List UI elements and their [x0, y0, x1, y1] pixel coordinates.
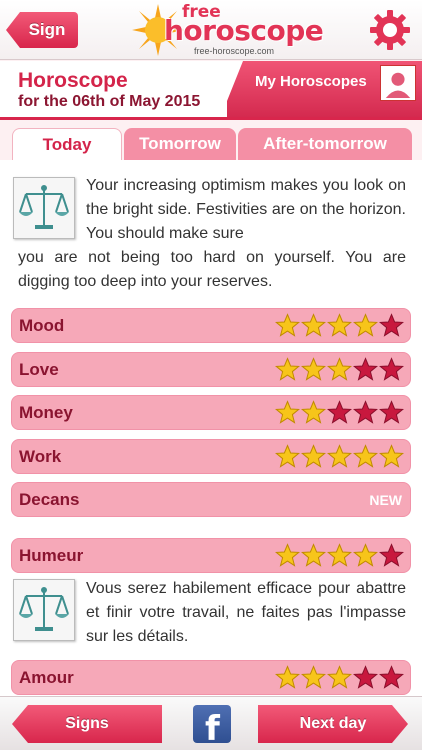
top-bar: Sign free horoscope free-horoscope.com: [0, 0, 422, 60]
star-empty-icon: [327, 400, 352, 424]
bottom-bar: Signs f Next day: [0, 696, 422, 750]
next-day-button[interactable]: Next day: [258, 705, 408, 743]
star-empty-icon: [379, 665, 404, 689]
page-title: Horoscope: [18, 69, 128, 92]
facebook-icon[interactable]: f: [193, 705, 231, 743]
page-subtitle: for the 06th of May 2015: [18, 93, 201, 110]
header: Horoscope for the 06th of May 2015 My Ho…: [0, 61, 422, 117]
app-logo: free horoscope free-horoscope.com: [130, 0, 324, 60]
signs-button[interactable]: Signs: [12, 705, 162, 743]
logo-name: horoscope: [164, 14, 324, 47]
star-rating: [275, 665, 404, 690]
star-empty-icon: [379, 400, 404, 424]
star-filled-icon: [301, 400, 326, 424]
my-horoscopes-label: My Horoscopes: [255, 73, 367, 90]
rating-label: Love: [19, 360, 59, 379]
my-horoscopes-button[interactable]: My Horoscopes: [227, 61, 422, 117]
star-filled-icon: [301, 313, 326, 337]
star-filled-icon: [301, 444, 326, 468]
star-empty-icon: [379, 543, 404, 567]
star-filled-icon: [353, 543, 378, 567]
new-badge: NEW: [369, 492, 402, 508]
avatar-icon: [380, 65, 416, 101]
horoscope-text: Your increasing optimism makes you look …: [86, 177, 406, 242]
star-filled-icon: [327, 543, 352, 567]
french-horoscope-text: Vous serez habilement efficace pour abat…: [86, 580, 406, 645]
rating-row-money[interactable]: Money: [11, 395, 411, 430]
rating-row-love[interactable]: Love: [11, 352, 411, 387]
star-filled-icon: [301, 357, 326, 381]
rating-label: Money: [19, 403, 73, 422]
star-empty-icon: [379, 313, 404, 337]
rating-row-mood[interactable]: Mood: [11, 308, 411, 343]
star-filled-icon: [353, 313, 378, 337]
rating-label: Mood: [19, 316, 65, 335]
tab-after-tomorrow[interactable]: After-tomorrow: [238, 128, 412, 160]
star-rating: [275, 400, 404, 425]
rating-row-humeur[interactable]: Humeur: [11, 538, 411, 573]
rating-label: Work: [19, 447, 62, 466]
header-divider: [0, 117, 422, 120]
rating-label: Amour: [19, 668, 74, 687]
horoscope-text-continued: you are not being too hard on yourself. …: [18, 249, 406, 290]
star-filled-icon: [301, 543, 326, 567]
libra-icon: [13, 579, 75, 641]
star-filled-icon: [327, 357, 352, 381]
star-filled-icon: [327, 665, 352, 689]
tab-tomorrow[interactable]: Tomorrow: [124, 128, 236, 160]
rating-row-amour[interactable]: Amour: [11, 660, 411, 695]
star-filled-icon: [301, 665, 326, 689]
star-filled-icon: [275, 665, 300, 689]
star-filled-icon: [275, 543, 300, 567]
star-empty-icon: [353, 357, 378, 381]
logo-site: free-horoscope.com: [194, 46, 275, 56]
decans-row[interactable]: Decans NEW: [11, 482, 411, 517]
star-filled-icon: [379, 444, 404, 468]
sign-button[interactable]: Sign: [6, 12, 78, 48]
tab-today[interactable]: Today: [12, 128, 122, 160]
star-filled-icon: [275, 400, 300, 424]
decans-label: Decans: [19, 490, 80, 509]
star-rating: [275, 357, 404, 382]
rating-label: Humeur: [19, 546, 84, 565]
libra-icon: [13, 177, 75, 239]
star-empty-icon: [353, 400, 378, 424]
star-filled-icon: [275, 313, 300, 337]
star-filled-icon: [327, 444, 352, 468]
rating-row-work[interactable]: Work: [11, 439, 411, 474]
star-empty-icon: [353, 665, 378, 689]
star-rating: [275, 543, 404, 568]
star-filled-icon: [275, 444, 300, 468]
gear-icon[interactable]: [369, 9, 411, 51]
star-filled-icon: [275, 357, 300, 381]
star-rating: [275, 313, 404, 338]
star-filled-icon: [353, 444, 378, 468]
day-tabs: Today Tomorrow After-tomorrow: [12, 128, 412, 160]
star-filled-icon: [327, 313, 352, 337]
star-empty-icon: [379, 357, 404, 381]
star-rating: [275, 444, 404, 469]
